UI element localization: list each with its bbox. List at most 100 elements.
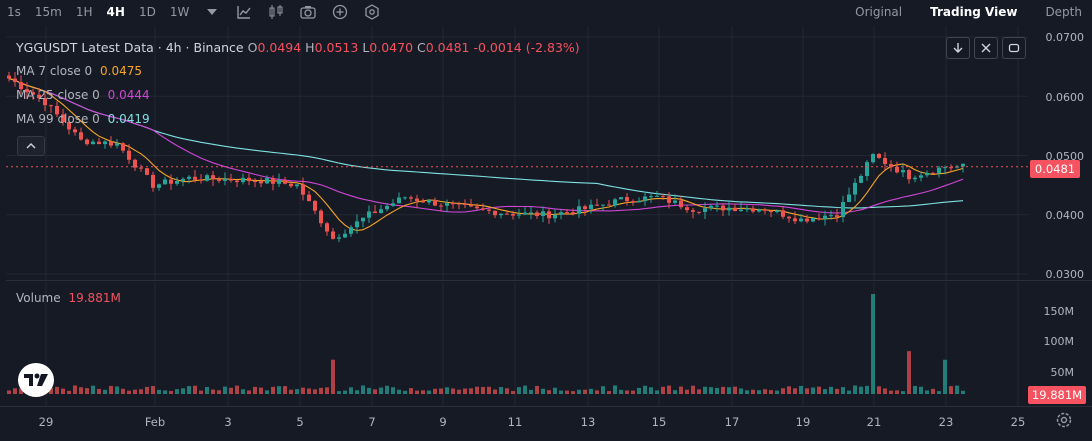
chart-settings-button[interactable] [1055,411,1073,429]
candle [391,203,395,206]
tradingview-logo-icon [24,373,48,386]
timeframe-4h[interactable]: 4H [107,5,125,19]
volume-bar [889,390,893,394]
price-axis[interactable]: 0.0700 0.0600 0.0500 0.0400 0.0300 [1028,26,1092,281]
view-original[interactable]: Original [855,5,902,19]
candle [181,178,185,181]
candle [721,205,725,211]
volume-chart[interactable] [0,282,1028,406]
tradingview-logo[interactable] [18,363,54,397]
timeframe-15m[interactable]: 15m [35,5,62,19]
volume-bar [361,385,365,394]
candle [205,175,209,181]
candle [307,194,311,202]
volume-bar [247,390,251,394]
volume-bar [169,390,173,394]
volume-bar [445,387,449,394]
candle [241,177,245,183]
candle [343,233,347,238]
gear-icon [1056,412,1072,428]
volume-bar [721,386,725,394]
volume-bar [493,389,497,394]
indicator-chart-icon[interactable] [236,4,252,20]
candle [709,205,713,209]
volume-bar [949,386,953,394]
volume-bar [421,390,425,394]
collapse-legend-button[interactable] [17,136,45,156]
candle [415,198,419,202]
chevron-up-icon [26,143,36,149]
volume-bar [595,390,599,394]
volume-bar [301,387,305,394]
ma7-line [8,77,964,232]
volume-bar [211,389,215,394]
volume-bar [289,389,293,394]
candle [841,202,845,218]
volume-bar [463,388,467,394]
collapse-chart-button[interactable] [974,37,998,59]
volume-bar [139,389,143,394]
candle-style-icon[interactable] [268,4,284,20]
candle [439,205,443,207]
candle [733,207,737,212]
candle [373,211,377,214]
candle [313,201,317,211]
more-timeframes-icon[interactable] [204,4,220,20]
timeframe-1h[interactable]: 1H [76,5,93,19]
volume-bar [517,387,521,394]
volume-bar [433,388,437,394]
candle [919,175,923,178]
candle [223,178,227,181]
volume-bar [805,388,809,394]
scroll-down-button[interactable] [946,37,970,59]
candle [487,209,491,211]
volume-bar [385,385,389,394]
volume-bar [403,390,407,394]
camera-icon[interactable] [300,4,316,20]
timeframe-1d[interactable]: 1D [139,5,156,19]
candle [829,215,833,217]
candle [271,178,275,184]
volume-bar [217,390,221,394]
volume-bar [199,390,203,394]
volume-bar [811,387,815,394]
volume-bar [265,390,269,394]
candle [523,212,527,215]
candle [751,208,755,212]
volume-bar [541,388,545,394]
candle [385,205,389,210]
timeframe-1w[interactable]: 1W [170,5,190,19]
timeframe-1s[interactable]: 1s [7,5,21,19]
volume-bar [607,391,611,394]
add-indicator-icon[interactable] [332,4,348,20]
price-tick: 0.0600 [1045,91,1085,104]
open-value: 0.0494 [257,40,302,55]
volume-bar [697,389,701,394]
view-depth[interactable]: Depth [1045,5,1082,19]
view-trading-view[interactable]: Trading View [930,5,1017,19]
candle [697,211,701,213]
volume-bar [163,390,167,394]
volume-bar [481,386,485,394]
volume-bar [643,385,647,394]
time-tick: 15 [651,415,667,429]
volume-bar [379,387,383,394]
reset-chart-button[interactable] [1002,37,1026,59]
candle [511,213,515,216]
pane-separator[interactable] [6,280,1092,281]
settings-hex-icon[interactable] [364,4,380,20]
volume-bar [685,389,689,394]
volume-bar [733,386,737,394]
volume-bar [475,386,479,394]
volume-bar [205,387,209,394]
volume-bar [613,385,617,394]
candle [49,105,53,107]
time-axis[interactable]: 29 Feb 3 5 7 9 11 13 15 17 19 21 23 25 [0,406,1092,441]
candle [13,78,17,82]
volume-tick: 150M [1043,305,1075,318]
price-chart[interactable] [0,26,1028,280]
candle [769,210,773,213]
candle [319,210,323,224]
candle [163,179,167,185]
volume-bar [895,390,899,394]
